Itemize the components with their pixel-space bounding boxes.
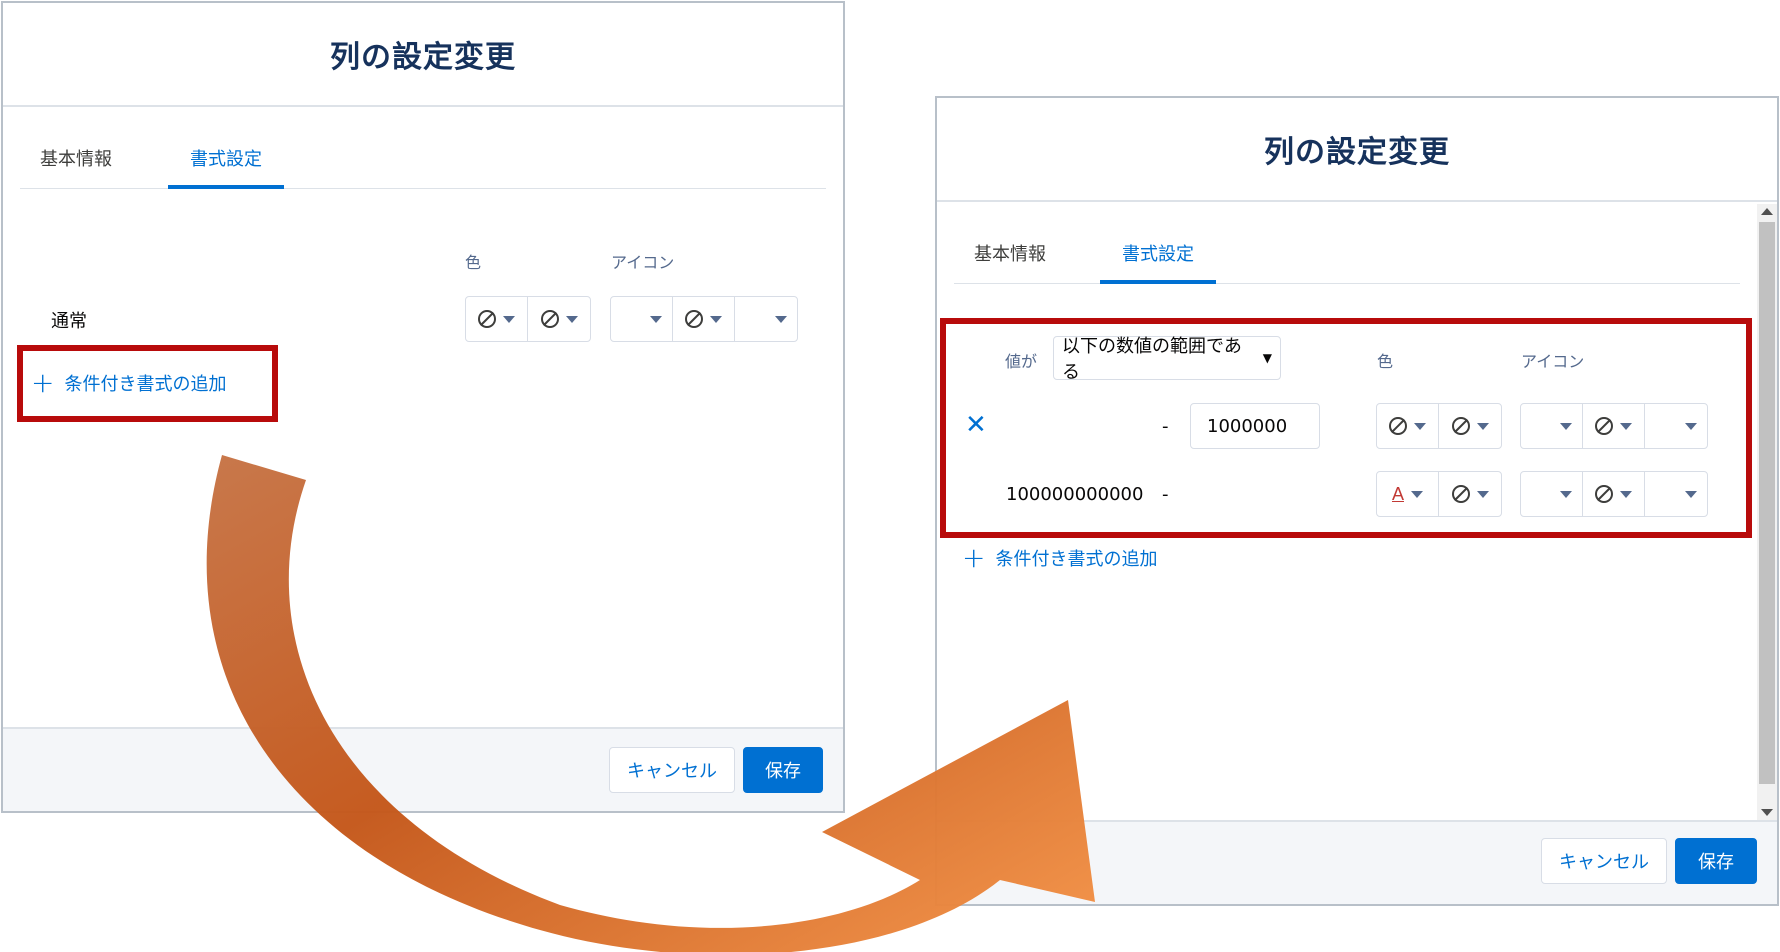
right-modal-header: 列の設定変更 [937,98,1777,202]
scroll-down-icon[interactable] [1761,809,1773,816]
canvas: 列の設定変更 基本情報 書式設定 色 アイコン 通常 + 条件付き書式の追加 キ… [0,0,1780,952]
background-color-dropdown[interactable] [528,297,590,341]
plus-icon: + [962,541,986,574]
icon-column-label: アイコン [611,253,675,272]
save-button[interactable]: 保存 [743,747,823,793]
caret-down-icon [503,315,515,323]
tab-bar: 基本情報 書式設定 [20,109,826,189]
caret-down-icon [775,315,787,323]
color-column-label: 色 [465,253,482,272]
save-button[interactable]: 保存 [1675,838,1757,884]
modal-title: 列の設定変更 [330,40,516,75]
ban-icon [478,310,496,328]
icon-dropdown[interactable] [611,297,673,341]
left-modal-header: 列の設定変更 [3,3,843,107]
icon-color-dropdown[interactable] [673,297,735,341]
text-color-dropdown[interactable] [466,297,528,341]
color-picker-group [465,296,591,342]
ban-icon [685,310,703,328]
scroll-thumb[interactable] [1759,222,1775,784]
tab-bar: 基本情報 書式設定 [954,204,1740,284]
active-tab-indicator [168,185,284,189]
scroll-up-icon[interactable] [1761,208,1773,215]
caret-down-icon [710,315,722,323]
left-modal-footer: キャンセル 保存 [3,727,843,811]
normal-row-label: 通常 [51,311,87,332]
tab-basic-info[interactable]: 基本情報 [974,240,1046,266]
add-conditional-format-label: 条件付き書式の追加 [995,549,1158,570]
highlight-box-conditional-rules [940,318,1752,538]
right-modal-footer: キャンセル 保存 [937,820,1777,904]
caret-down-icon [565,315,578,323]
tab-format-settings[interactable]: 書式設定 [1122,240,1194,266]
cancel-button[interactable]: キャンセル [1541,838,1667,884]
active-tab-indicator [1100,280,1216,284]
add-conditional-format-link[interactable]: + 条件付き書式の追加 [962,544,1157,572]
highlight-box-add-link [17,345,278,422]
tab-basic-info[interactable]: 基本情報 [40,145,112,171]
caret-down-icon [650,315,662,323]
icon-picker-group [610,296,798,342]
cancel-button[interactable]: キャンセル [609,747,735,793]
tab-format-settings[interactable]: 書式設定 [190,145,262,171]
icon-position-dropdown[interactable] [735,297,797,341]
modal-title: 列の設定変更 [1264,135,1450,170]
scrollbar[interactable] [1757,204,1777,820]
ban-icon [540,310,559,328]
